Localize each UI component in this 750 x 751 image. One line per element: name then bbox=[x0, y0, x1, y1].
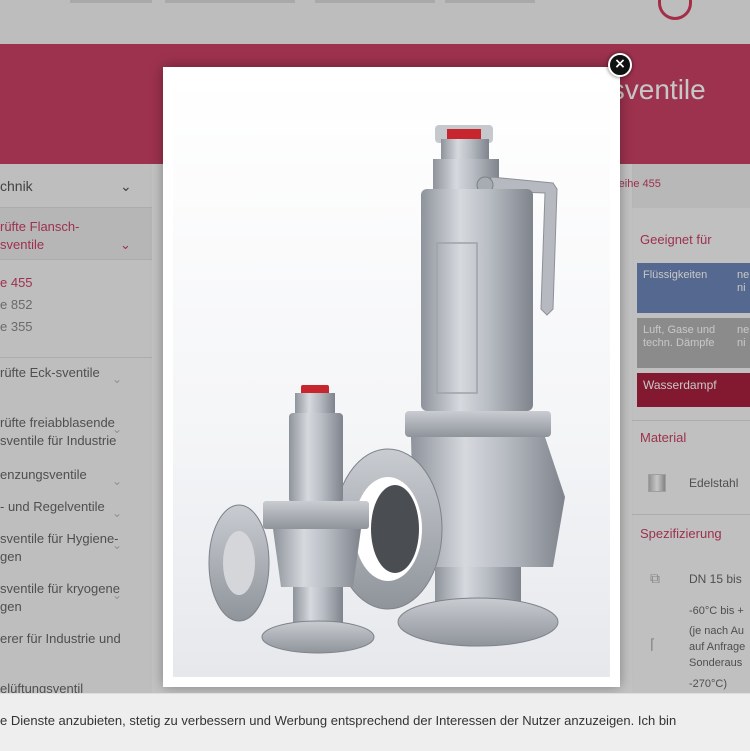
small-valve-outlet-flange bbox=[261, 620, 375, 654]
valve-outlet-flange bbox=[397, 597, 559, 647]
valve-cap-body bbox=[441, 139, 489, 159]
small-valve-flange bbox=[263, 501, 369, 529]
close-icon[interactable]: × bbox=[608, 53, 632, 77]
cookie-consent-bar: e Dienste anzubieten, stetig zu verbesse… bbox=[0, 693, 750, 751]
small-valve-inlet-bore bbox=[223, 531, 255, 595]
valve-inlet-bore bbox=[371, 485, 419, 573]
small-valve-cap bbox=[295, 393, 335, 413]
cookie-consent-text: e Dienste anzubieten, stetig zu verbesse… bbox=[0, 713, 677, 728]
product-image bbox=[173, 77, 610, 677]
small-valve-body bbox=[273, 529, 361, 587]
valve-bonnet-flange bbox=[405, 411, 551, 437]
safety-valve-illustration bbox=[208, 125, 565, 654]
image-lightbox bbox=[163, 67, 620, 687]
small-valve-bonnet bbox=[289, 413, 343, 503]
